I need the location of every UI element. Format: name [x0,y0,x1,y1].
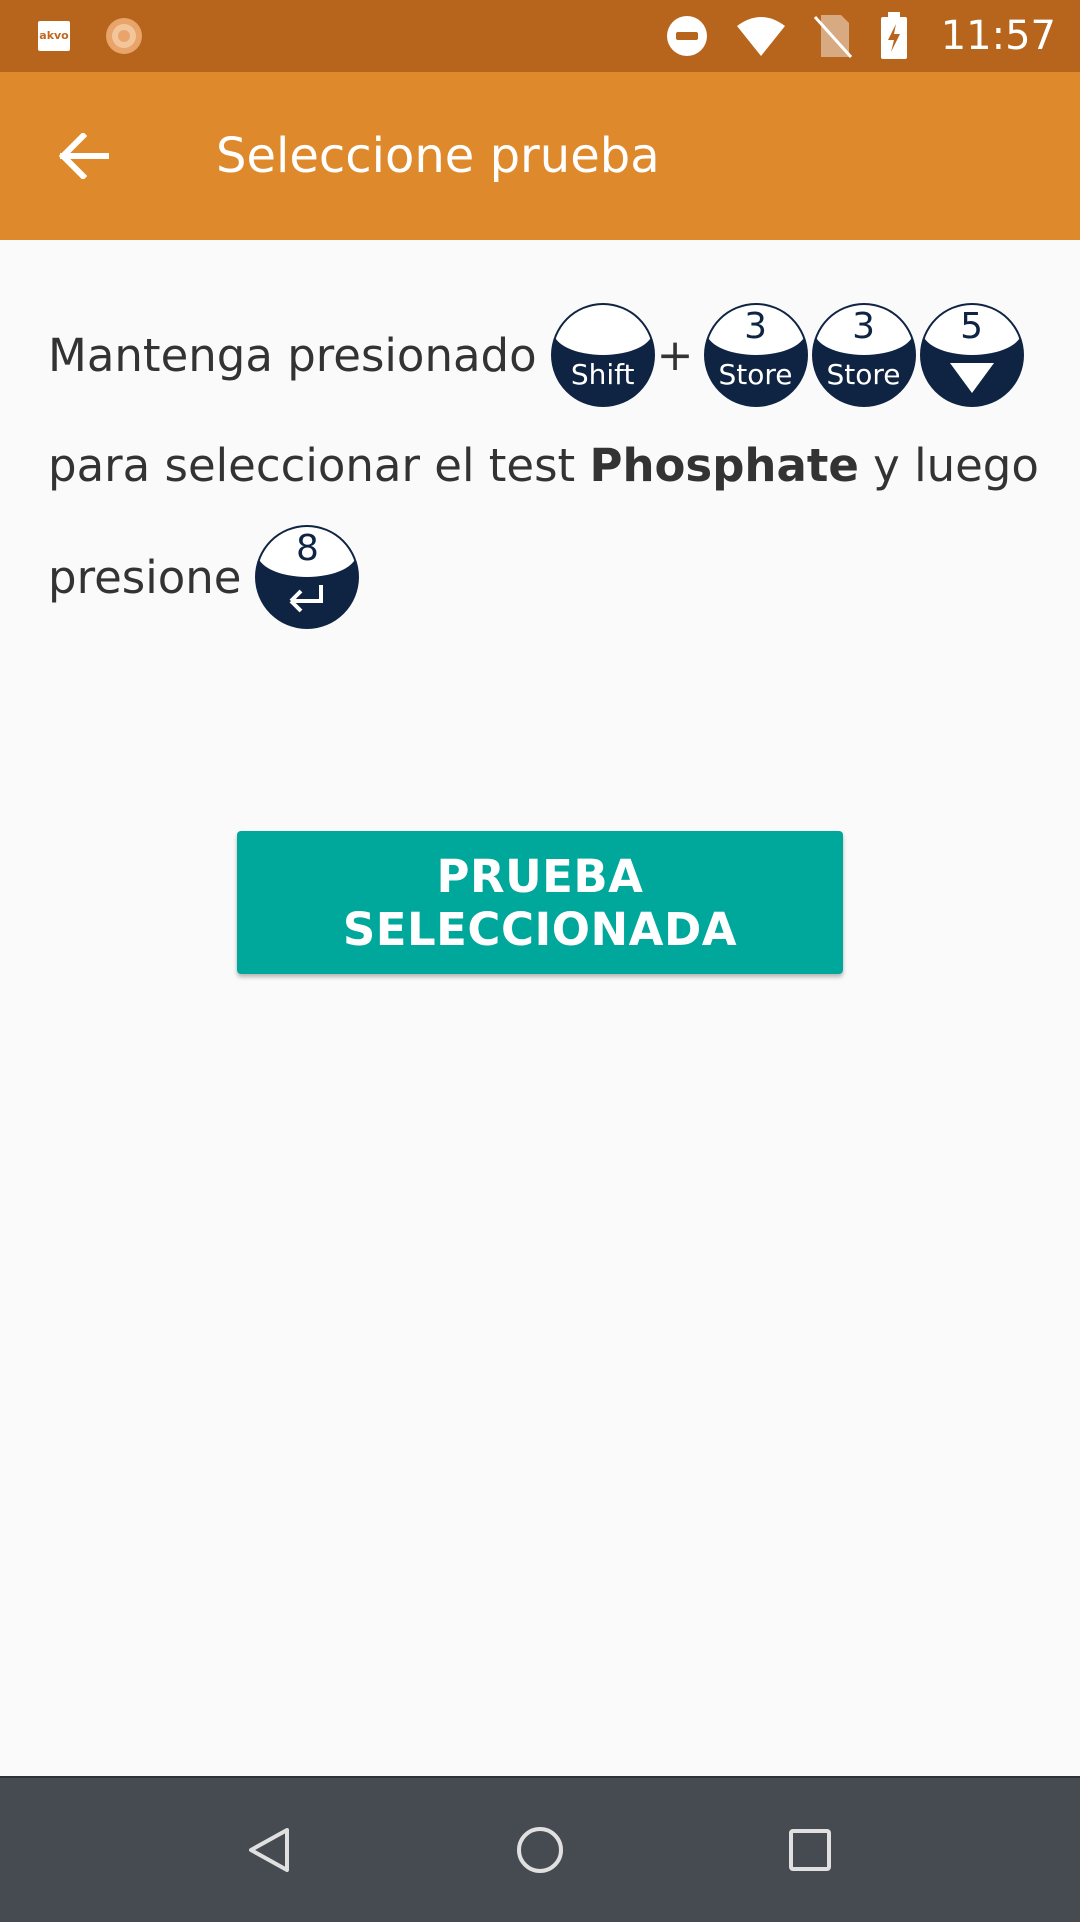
key-number: 8 [296,528,319,569]
enter-key: 8 [257,527,358,627]
nav-recents-icon [789,1829,831,1871]
store-key: 3 Store [705,305,806,405]
battery-charging-icon [880,12,907,59]
down-key: 5 [921,305,1022,405]
down-triangle-icon [949,363,994,393]
instruction-line-3: presione 8 [48,522,358,632]
app-bar: Seleccione prueba [0,72,1080,240]
wifi-icon [736,17,785,56]
key-number: 3 [744,306,767,347]
navigation-bar [0,1776,1080,1922]
sun-app-icon [106,18,142,54]
arrow-back-icon [59,133,109,179]
shift-key: Shift [552,305,653,405]
nav-home-button[interactable] [500,1814,580,1886]
no-sim-icon [813,15,852,59]
instruction-line-2: para seleccionar el test Phosphate y lue… [48,410,1039,520]
page-title: Seleccione prueba [216,128,660,184]
key-number: 5 [960,306,983,347]
key-label: Shift [570,358,635,391]
status-time: 11:57 [940,13,1056,59]
nav-back-button[interactable] [229,1814,309,1886]
instruction-text: para seleccionar el test [48,438,590,492]
test-selected-button[interactable]: PRUEBA SELECCIONADA [237,831,843,974]
instruction-text: Mantenga presionado [48,328,537,382]
akvo-app-icon: akvo [38,21,70,51]
nav-back-icon [249,1828,289,1872]
do-not-disturb-icon [666,16,707,56]
enter-arrow-icon [290,585,324,613]
key-number: 3 [852,306,875,347]
key-label: Store [718,358,793,391]
nav-recents-button[interactable] [770,1814,850,1886]
test-name: Phosphate [589,438,859,492]
plus-sign: + [656,329,694,381]
nav-home-icon [517,1827,563,1873]
key-label: Store [826,358,901,391]
instruction-line-1: Mantenga presionado Shift + 3 Store 3 St… [48,300,1022,410]
store-key: 3 Store [813,305,914,405]
instruction-text: presione [48,550,242,604]
instruction-text: y luego [858,438,1039,492]
status-bar: akvo 11:57 [0,0,1080,72]
back-button[interactable] [44,120,124,192]
